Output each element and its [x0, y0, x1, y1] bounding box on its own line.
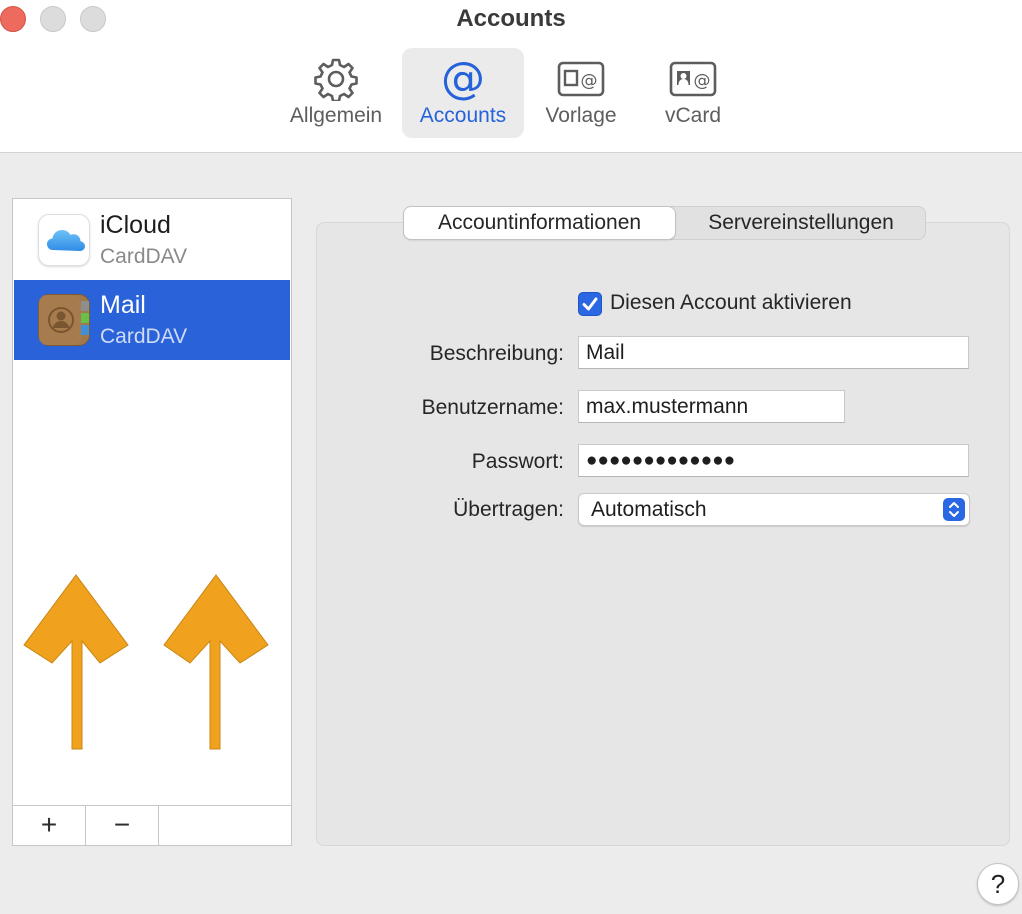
toolbar-tab-accounts[interactable]: @ Accounts: [402, 48, 524, 138]
transfer-select[interactable]: Automatisch: [578, 493, 970, 526]
chevron-up-down-icon: [943, 498, 965, 521]
transfer-select-value: Automatisch: [591, 498, 707, 521]
checkmark-icon: [582, 297, 598, 311]
account-type: CardDAV: [100, 245, 188, 268]
svg-text:@: @: [694, 71, 711, 91]
contacts-book-icon: [38, 294, 90, 346]
password-field[interactable]: ●●●●●●●●●●●●●: [578, 444, 969, 477]
account-name: Mail: [100, 291, 146, 319]
toolbar-tab-label: Vorlage: [545, 104, 617, 127]
account-item-mail[interactable]: Mail CardDAV: [14, 280, 290, 360]
add-account-button[interactable]: +: [13, 806, 86, 846]
svg-text:@: @: [581, 71, 598, 91]
username-field[interactable]: max.mustermann: [578, 390, 845, 423]
enable-account-checkbox[interactable]: [578, 292, 602, 316]
annotation-arrows: [23, 574, 269, 750]
account-name: iCloud: [100, 211, 171, 239]
enable-account-label: Diesen Account aktivieren: [610, 291, 852, 314]
window-toolbar: Accounts Allgemein @ Accounts @ Vorlage …: [0, 0, 1022, 153]
account-detail-panel: [316, 222, 1010, 846]
remove-account-button[interactable]: −: [86, 806, 159, 846]
up-arrow-icon: [23, 574, 129, 750]
toolbar-tab-label: Allgemein: [289, 104, 383, 127]
transfer-label: Übertragen:: [453, 498, 564, 521]
gear-icon: [314, 58, 358, 101]
help-button[interactable]: ?: [977, 863, 1019, 905]
password-label: Passwort:: [471, 450, 564, 473]
list-footer: + −: [13, 805, 291, 846]
tab-accountinformationen[interactable]: Accountinformationen: [404, 207, 675, 239]
template-icon: @: [557, 61, 605, 97]
toolbar-tab-vcard[interactable]: @ vCard: [643, 48, 743, 138]
up-arrow-icon: [163, 574, 269, 750]
vcard-icon: @: [669, 61, 717, 97]
toolbar-tab-label: Accounts: [419, 104, 507, 127]
window-title: Accounts: [456, 5, 566, 32]
at-sign-icon: @: [441, 53, 485, 104]
toolbar-tab-label: vCard: [664, 104, 722, 127]
detail-tabs: Accountinformationen Servereinstellungen: [403, 206, 926, 240]
toolbar-tab-allgemein[interactable]: Allgemein: [280, 48, 392, 138]
tab-servereinstellungen[interactable]: Servereinstellungen: [677, 207, 925, 239]
description-label: Beschreibung:: [429, 342, 564, 365]
icloud-icon: [38, 214, 90, 266]
account-item-icloud[interactable]: iCloud CardDAV: [14, 200, 290, 280]
account-list: iCloud CardDAV Mail CardDAV + −: [12, 198, 292, 846]
username-label: Benutzername:: [421, 396, 564, 419]
description-field[interactable]: Mail: [578, 336, 969, 369]
toolbar-tab-vorlage[interactable]: @ Vorlage: [530, 48, 632, 138]
account-type: CardDAV: [100, 325, 188, 348]
